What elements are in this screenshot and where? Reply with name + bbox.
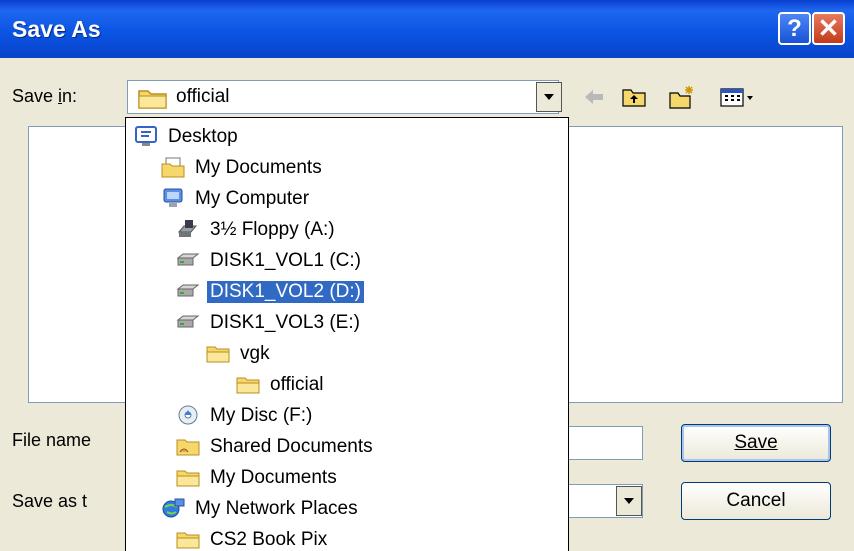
close-icon: ✕ (817, 13, 840, 43)
dropdown-item-label: DISK1_VOL2 (D:) (206, 280, 365, 304)
dropdown-item-label: vgk (240, 343, 270, 364)
dropdown-item-label: Shared Documents (210, 436, 373, 457)
dropdown-item[interactable]: My Documents (176, 463, 340, 493)
view-menu-icon (720, 88, 753, 107)
save-in-dropdown-button[interactable] (536, 82, 562, 112)
dropdown-item[interactable]: My Network Places (161, 494, 361, 524)
up-one-level-button[interactable] (620, 84, 648, 110)
new-folder-icon (669, 86, 693, 109)
dropdown-item[interactable]: DISK1_VOL1 (C:) (176, 246, 364, 276)
save-in-combobox[interactable]: official (127, 80, 562, 114)
hard-drive-icon (176, 249, 202, 273)
dropdown-item[interactable]: vgk (206, 339, 273, 369)
dropdown-item[interactable]: My Disc (F:) (176, 401, 315, 431)
hard-drive-icon (176, 311, 202, 335)
folder-icon (206, 342, 232, 366)
dropdown-item-label: DISK1_VOL3 (E:) (210, 312, 360, 333)
save-as-dialog: Save As ? ✕ Save in: official File name … (0, 0, 854, 551)
dropdown-item[interactable]: Desktop (134, 122, 241, 152)
cancel-button[interactable]: Cancel (681, 482, 831, 520)
folder-icon (176, 528, 202, 551)
dropdown-item[interactable]: official (236, 370, 327, 400)
save-as-type-label: Save as t (12, 491, 88, 511)
cd-drive-icon (176, 404, 202, 428)
folder-icon (236, 373, 262, 397)
dropdown-item-label: 3½ Floppy (A:) (210, 219, 335, 240)
dropdown-item-label: My Disc (F:) (210, 405, 313, 426)
network-places-icon (161, 497, 187, 521)
shared-folder-icon (176, 435, 202, 459)
dropdown-item-label: Desktop (168, 126, 238, 147)
view-menu-button[interactable] (718, 84, 758, 110)
floppy-drive-icon (176, 218, 202, 242)
dropdown-item-label: My Computer (195, 188, 310, 209)
dropdown-item-label: My Network Places (195, 498, 358, 519)
dropdown-item[interactable]: My Computer (161, 184, 312, 214)
hard-drive-icon (176, 280, 202, 304)
dropdown-item-label: CS2 Book Pix (210, 529, 328, 550)
close-button[interactable]: ✕ (812, 12, 845, 45)
save-in-dropdown-list[interactable]: Desktop My Documents My Computer 3½ Floppy … (125, 117, 569, 551)
chevron-down-icon (544, 94, 554, 100)
back-arrow-icon (585, 90, 603, 104)
dropdown-item[interactable]: DISK1_VOL2 (D:) (176, 277, 365, 307)
dropdown-item[interactable]: CS2 Book Pix (176, 525, 330, 551)
title-bar[interactable]: Save As ? ✕ (0, 0, 854, 58)
computer-icon (161, 187, 187, 211)
save-button[interactable]: Save (681, 424, 831, 462)
desktop-icon (134, 125, 160, 149)
chevron-down-icon (624, 498, 634, 504)
create-new-folder-button[interactable] (668, 84, 696, 110)
dropdown-item-label: DISK1_VOL1 (C:) (210, 250, 361, 271)
dropdown-item[interactable]: 3½ Floppy (A:) (176, 215, 338, 245)
dropdown-item-label: My Documents (210, 467, 337, 488)
save-button-label: Save (734, 432, 778, 453)
dropdown-item[interactable]: Shared Documents (176, 432, 376, 462)
save-in-label: Save in: (12, 86, 78, 106)
dropdown-item[interactable]: DISK1_VOL3 (E:) (176, 308, 363, 338)
folder-icon (176, 466, 202, 490)
folder-up-icon (622, 89, 646, 107)
documents-folder-icon (161, 156, 187, 180)
folder-icon (138, 90, 167, 109)
dropdown-item-label: official (270, 374, 324, 395)
window-title: Save As (12, 16, 101, 42)
dropdown-item[interactable]: My Documents (161, 153, 325, 183)
dropdown-item-label: My Documents (195, 157, 322, 178)
save-in-value: official (176, 86, 230, 107)
save-as-type-dropdown-button[interactable] (616, 486, 642, 516)
help-button[interactable]: ? (778, 12, 811, 45)
file-name-label: File name (12, 430, 92, 450)
cancel-button-label: Cancel (726, 490, 786, 511)
question-mark-icon: ? (787, 14, 802, 42)
back-button[interactable] (580, 84, 608, 110)
